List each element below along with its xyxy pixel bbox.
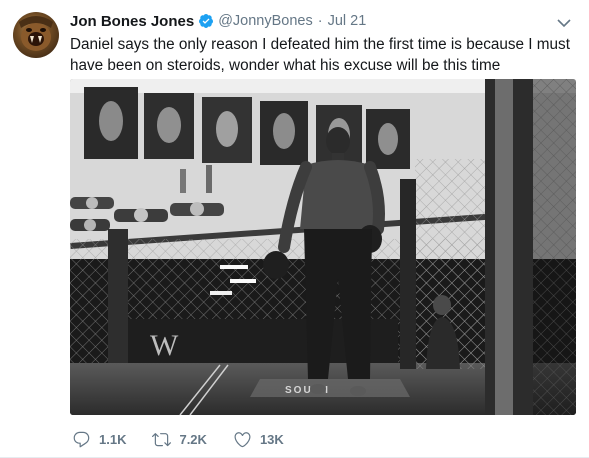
reply-button[interactable]: 1.1K — [72, 430, 126, 449]
like-count: 13K — [259, 432, 284, 447]
reply-icon — [73, 431, 90, 448]
tweet-card[interactable]: Jon Bones Jones @JonnyBones · Jul 21 Dan… — [0, 0, 589, 458]
chevron-down-icon[interactable] — [557, 15, 571, 28]
retweet-button[interactable]: 7.2K — [152, 430, 207, 449]
verified-badge-icon — [198, 13, 214, 29]
reply-count: 1.1K — [99, 432, 127, 447]
tweet-actions: 1.1K 7.2K 13K — [72, 430, 310, 449]
tweet-header: Jon Bones Jones @JonnyBones · Jul 21 — [70, 11, 575, 31]
retweet-count: 7.2K — [179, 432, 207, 447]
author-handle[interactable]: @JonnyBones — [218, 13, 313, 29]
photo-gym-cage: W SOUTH — [70, 79, 576, 415]
tweet-text: Daniel says the only reason I defeated h… — [70, 36, 570, 74]
retweet-icon — [152, 433, 172, 447]
tweet-photo[interactable]: W SOUTH — [70, 79, 576, 415]
like-button[interactable]: 13K — [233, 430, 284, 449]
tweet-timestamp[interactable]: Jul 21 — [328, 13, 367, 29]
gym-banner-text: W — [150, 329, 179, 362]
avatar-image — [19, 16, 53, 51]
author-name[interactable]: Jon Bones Jones — [70, 13, 194, 30]
avatar[interactable] — [13, 12, 59, 58]
like-icon — [234, 432, 251, 448]
separator-dot: · — [317, 13, 323, 29]
